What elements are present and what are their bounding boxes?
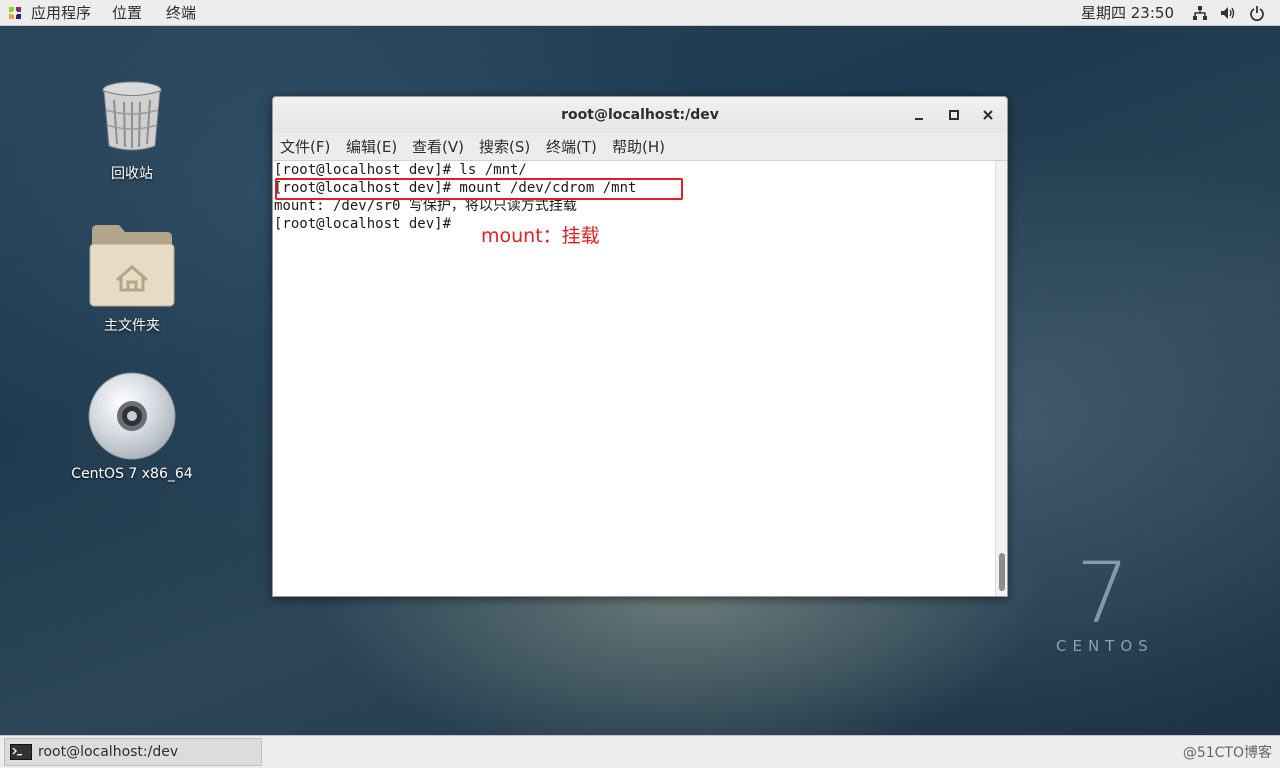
terminal-scrollbar[interactable] bbox=[995, 161, 1007, 596]
desktop-centos-disc[interactable]: CentOS 7 x86_64 bbox=[67, 370, 197, 486]
applications-menu[interactable]: 应用程序 bbox=[31, 3, 91, 23]
taskbar-item-terminal[interactable]: root@localhost:/dev bbox=[4, 738, 262, 766]
menu-terminal[interactable]: 终端(T) bbox=[546, 137, 597, 157]
centos-version-number: 7 bbox=[1076, 544, 1130, 642]
menu-help[interactable]: 帮助(H) bbox=[612, 137, 665, 157]
terminal-app-menu[interactable]: 终端 bbox=[166, 3, 196, 23]
window-titlebar[interactable]: root@localhost:/dev bbox=[273, 97, 1007, 133]
menu-file[interactable]: 文件(F) bbox=[280, 137, 330, 157]
centos-logo-icon[interactable] bbox=[8, 6, 22, 20]
desktop-home-folder[interactable]: 主文件夹 bbox=[67, 222, 197, 336]
scrollbar-thumb[interactable] bbox=[999, 553, 1005, 591]
terminal-line: [root@localhost dev]# bbox=[274, 216, 460, 232]
menu-edit[interactable]: 编辑(E) bbox=[346, 137, 397, 157]
home-folder-icon bbox=[89, 225, 175, 307]
maximize-icon[interactable] bbox=[944, 105, 964, 125]
terminal-menubar: 文件(F) 编辑(E) 查看(V) 搜索(S) 终端(T) 帮助(H) bbox=[273, 133, 1007, 161]
network-icon[interactable] bbox=[1192, 5, 1208, 21]
command-highlight-box bbox=[275, 178, 683, 200]
terminal-line: [root@localhost dev]# ls /mnt/ bbox=[274, 162, 527, 178]
disc-label: CentOS 7 x86_64 bbox=[71, 466, 193, 482]
trash-icon bbox=[102, 81, 162, 151]
window-title: root@localhost:/dev bbox=[561, 107, 719, 123]
trash-label: 回收站 bbox=[111, 166, 153, 182]
annotation-text: mount：挂载 bbox=[481, 225, 600, 247]
clock[interactable]: 星期四 23:50 bbox=[1081, 3, 1174, 23]
volume-icon[interactable] bbox=[1220, 5, 1236, 21]
taskbar-item-label: root@localhost:/dev bbox=[38, 744, 179, 760]
minimize-icon[interactable] bbox=[909, 105, 929, 125]
top-panel: 应用程序 位置 终端 星期四 23:50 bbox=[0, 0, 1280, 26]
terminal-output[interactable]: [root@localhost dev]# ls /mnt/ [root@loc… bbox=[273, 161, 995, 596]
menu-search[interactable]: 搜索(S) bbox=[479, 137, 530, 157]
places-menu[interactable]: 位置 bbox=[112, 3, 142, 23]
close-icon[interactable] bbox=[978, 105, 998, 125]
desktop-trash[interactable]: 回收站 bbox=[67, 78, 197, 188]
terminal-window[interactable]: root@localhost:/dev 文件(F) 编辑(E) 查看(V) 搜索… bbox=[272, 96, 1008, 597]
terminal-icon bbox=[10, 744, 32, 760]
home-folder-label: 主文件夹 bbox=[104, 318, 160, 334]
power-icon[interactable] bbox=[1249, 5, 1265, 21]
disc-icon bbox=[88, 372, 176, 460]
menu-view[interactable]: 查看(V) bbox=[412, 137, 464, 157]
site-watermark: @51CTO博客 bbox=[1182, 745, 1272, 761]
centos-wordmark: CENTOS bbox=[1056, 637, 1154, 655]
bottom-panel: root@localhost:/dev @51CTO博客 bbox=[0, 735, 1280, 768]
